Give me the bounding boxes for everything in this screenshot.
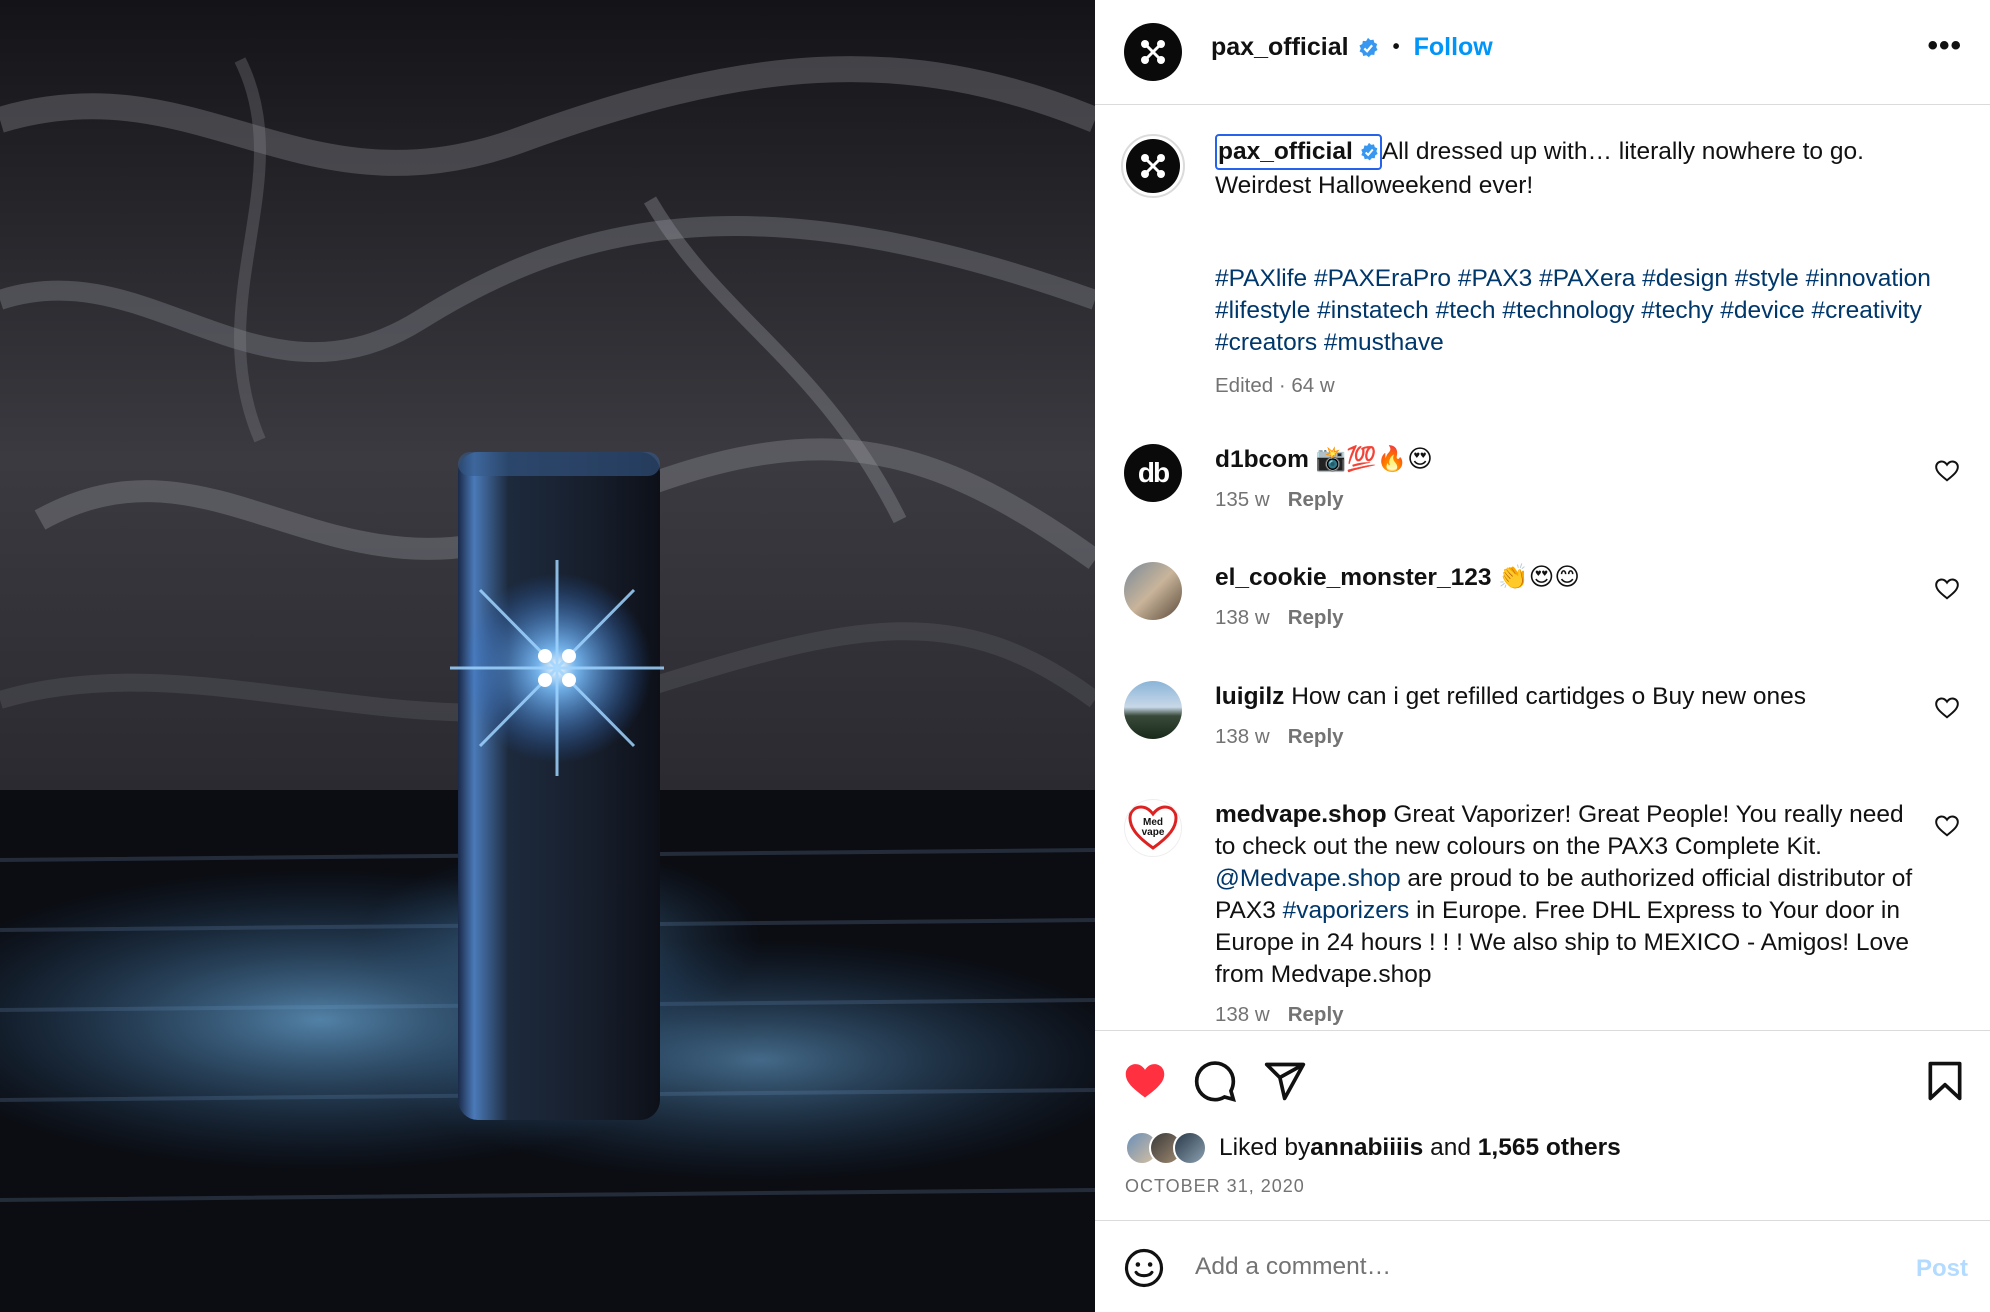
comment-like-heart-icon[interactable] <box>1934 458 1960 484</box>
post-details-panel: pax_official • Follow ••• pax_official A… <box>1095 0 1990 1312</box>
comment-age: 135 w <box>1215 488 1270 511</box>
verified-badge-icon <box>1359 37 1378 57</box>
comment-body: medvape.shop Great Vaporizer! Great Peop… <box>1215 799 1915 1026</box>
comment-meta: 138 w Reply <box>1215 1003 1915 1026</box>
commenter-avatar[interactable] <box>1124 562 1182 620</box>
pax-logo-icon <box>1141 154 1165 178</box>
comment-age: 138 w <box>1215 1003 1270 1026</box>
reply-button[interactable]: Reply <box>1288 1003 1344 1026</box>
reply-button[interactable]: Reply <box>1288 488 1344 511</box>
likes-summary: Liked by annabiiiis and 1,565 others <box>1125 1131 1621 1165</box>
comment-username[interactable]: d1bcom <box>1215 446 1309 473</box>
caption-author-avatar[interactable] <box>1121 134 1185 198</box>
hashtag-link[interactable]: #vaporizers <box>1283 897 1410 924</box>
commenter-avatar[interactable]: db <box>1124 444 1182 502</box>
comment-body: el_cookie_monster_123 👏😍😊 138 w Reply <box>1215 562 1915 630</box>
liker-avatars[interactable] <box>1125 1131 1207 1165</box>
post-date[interactable]: OCTOBER 31, 2020 <box>1125 1176 1305 1197</box>
author-avatar[interactable] <box>1124 23 1182 81</box>
comment-age: 138 w <box>1215 725 1270 748</box>
comment-username[interactable]: medvape.shop <box>1215 801 1387 828</box>
verified-badge-icon <box>1361 142 1378 161</box>
commenter-avatar[interactable]: Med vape <box>1124 799 1182 857</box>
comment-input[interactable] <box>1195 1243 1815 1291</box>
add-comment-bar: Post <box>1095 1220 1990 1312</box>
comment-text: How can i get refilled cartidges o Buy n… <box>1291 683 1807 710</box>
liked-by-prefix: Liked by <box>1219 1134 1311 1161</box>
post-image[interactable] <box>0 0 1095 1312</box>
follow-button[interactable]: Follow <box>1414 33 1493 62</box>
reply-button[interactable]: Reply <box>1288 725 1344 748</box>
caption-meta: Edited · 64 w <box>1215 374 1335 397</box>
liked-by-and: and <box>1423 1134 1478 1161</box>
share-icon[interactable] <box>1263 1059 1307 1103</box>
reply-button[interactable]: Reply <box>1288 606 1344 629</box>
caption-hashtags[interactable]: #PAXlife #PAXEraPro #PAX3 #PAXera #desig… <box>1215 263 1935 359</box>
author-username[interactable]: pax_official <box>1211 33 1349 62</box>
comment-username[interactable]: luigilz <box>1215 683 1284 710</box>
like-heart-icon[interactable] <box>1123 1059 1167 1103</box>
caption-username[interactable]: pax_official <box>1218 136 1353 168</box>
vaporizer-photo <box>0 0 1095 1312</box>
comment-icon[interactable] <box>1193 1059 1237 1103</box>
caption-username-link[interactable]: pax_official <box>1215 134 1382 170</box>
comment-meta: 138 w Reply <box>1215 606 1915 630</box>
more-options-icon[interactable]: ••• <box>1927 31 1962 61</box>
comment-like-heart-icon[interactable] <box>1934 695 1960 721</box>
comment-text: 📸💯🔥😍 <box>1315 446 1433 473</box>
avatar-initials: Med vape <box>1141 817 1165 838</box>
commenter-avatar[interactable] <box>1124 681 1182 739</box>
comment-username[interactable]: el_cookie_monster_123 <box>1215 564 1491 591</box>
author-row: pax_official • Follow <box>1211 33 1493 62</box>
comment-like-heart-icon[interactable] <box>1934 576 1960 602</box>
instagram-post-view: pax_official • Follow ••• pax_official A… <box>0 0 1990 1312</box>
avatar-initials: db <box>1137 457 1170 488</box>
comment-like-heart-icon[interactable] <box>1934 813 1960 839</box>
comment-meta: 138 w Reply <box>1215 725 1915 749</box>
save-bookmark-icon[interactable] <box>1923 1059 1967 1103</box>
post-actions: Liked by annabiiiis and 1,565 others OCT… <box>1095 1030 1990 1220</box>
comment-text: 👏😍😊 <box>1498 564 1580 591</box>
liker-avatar <box>1173 1131 1207 1165</box>
post-caption: pax_official All dressed up with… litera… <box>1215 134 1935 202</box>
liked-by-count[interactable]: 1,565 others <box>1478 1134 1621 1162</box>
separator-dot: • <box>1392 36 1400 58</box>
comments-scroll-area[interactable]: pax_official All dressed up with… litera… <box>1095 106 1990 1026</box>
emoji-icon[interactable] <box>1123 1247 1165 1289</box>
comment-body: d1bcom 📸💯🔥😍 135 w Reply <box>1215 444 1915 512</box>
pax-logo-icon <box>1141 40 1165 64</box>
comment-age: 138 w <box>1215 606 1270 629</box>
post-comment-button[interactable]: Post <box>1916 1255 1968 1283</box>
liked-by-user[interactable]: annabiiiis <box>1310 1134 1423 1162</box>
comment-body: luigilz How can i get refilled cartidges… <box>1215 681 1915 749</box>
comment-meta: 135 w Reply <box>1215 488 1915 512</box>
mention-link[interactable]: @Medvape.shop <box>1215 865 1401 892</box>
post-header: pax_official • Follow ••• <box>1095 0 1990 105</box>
